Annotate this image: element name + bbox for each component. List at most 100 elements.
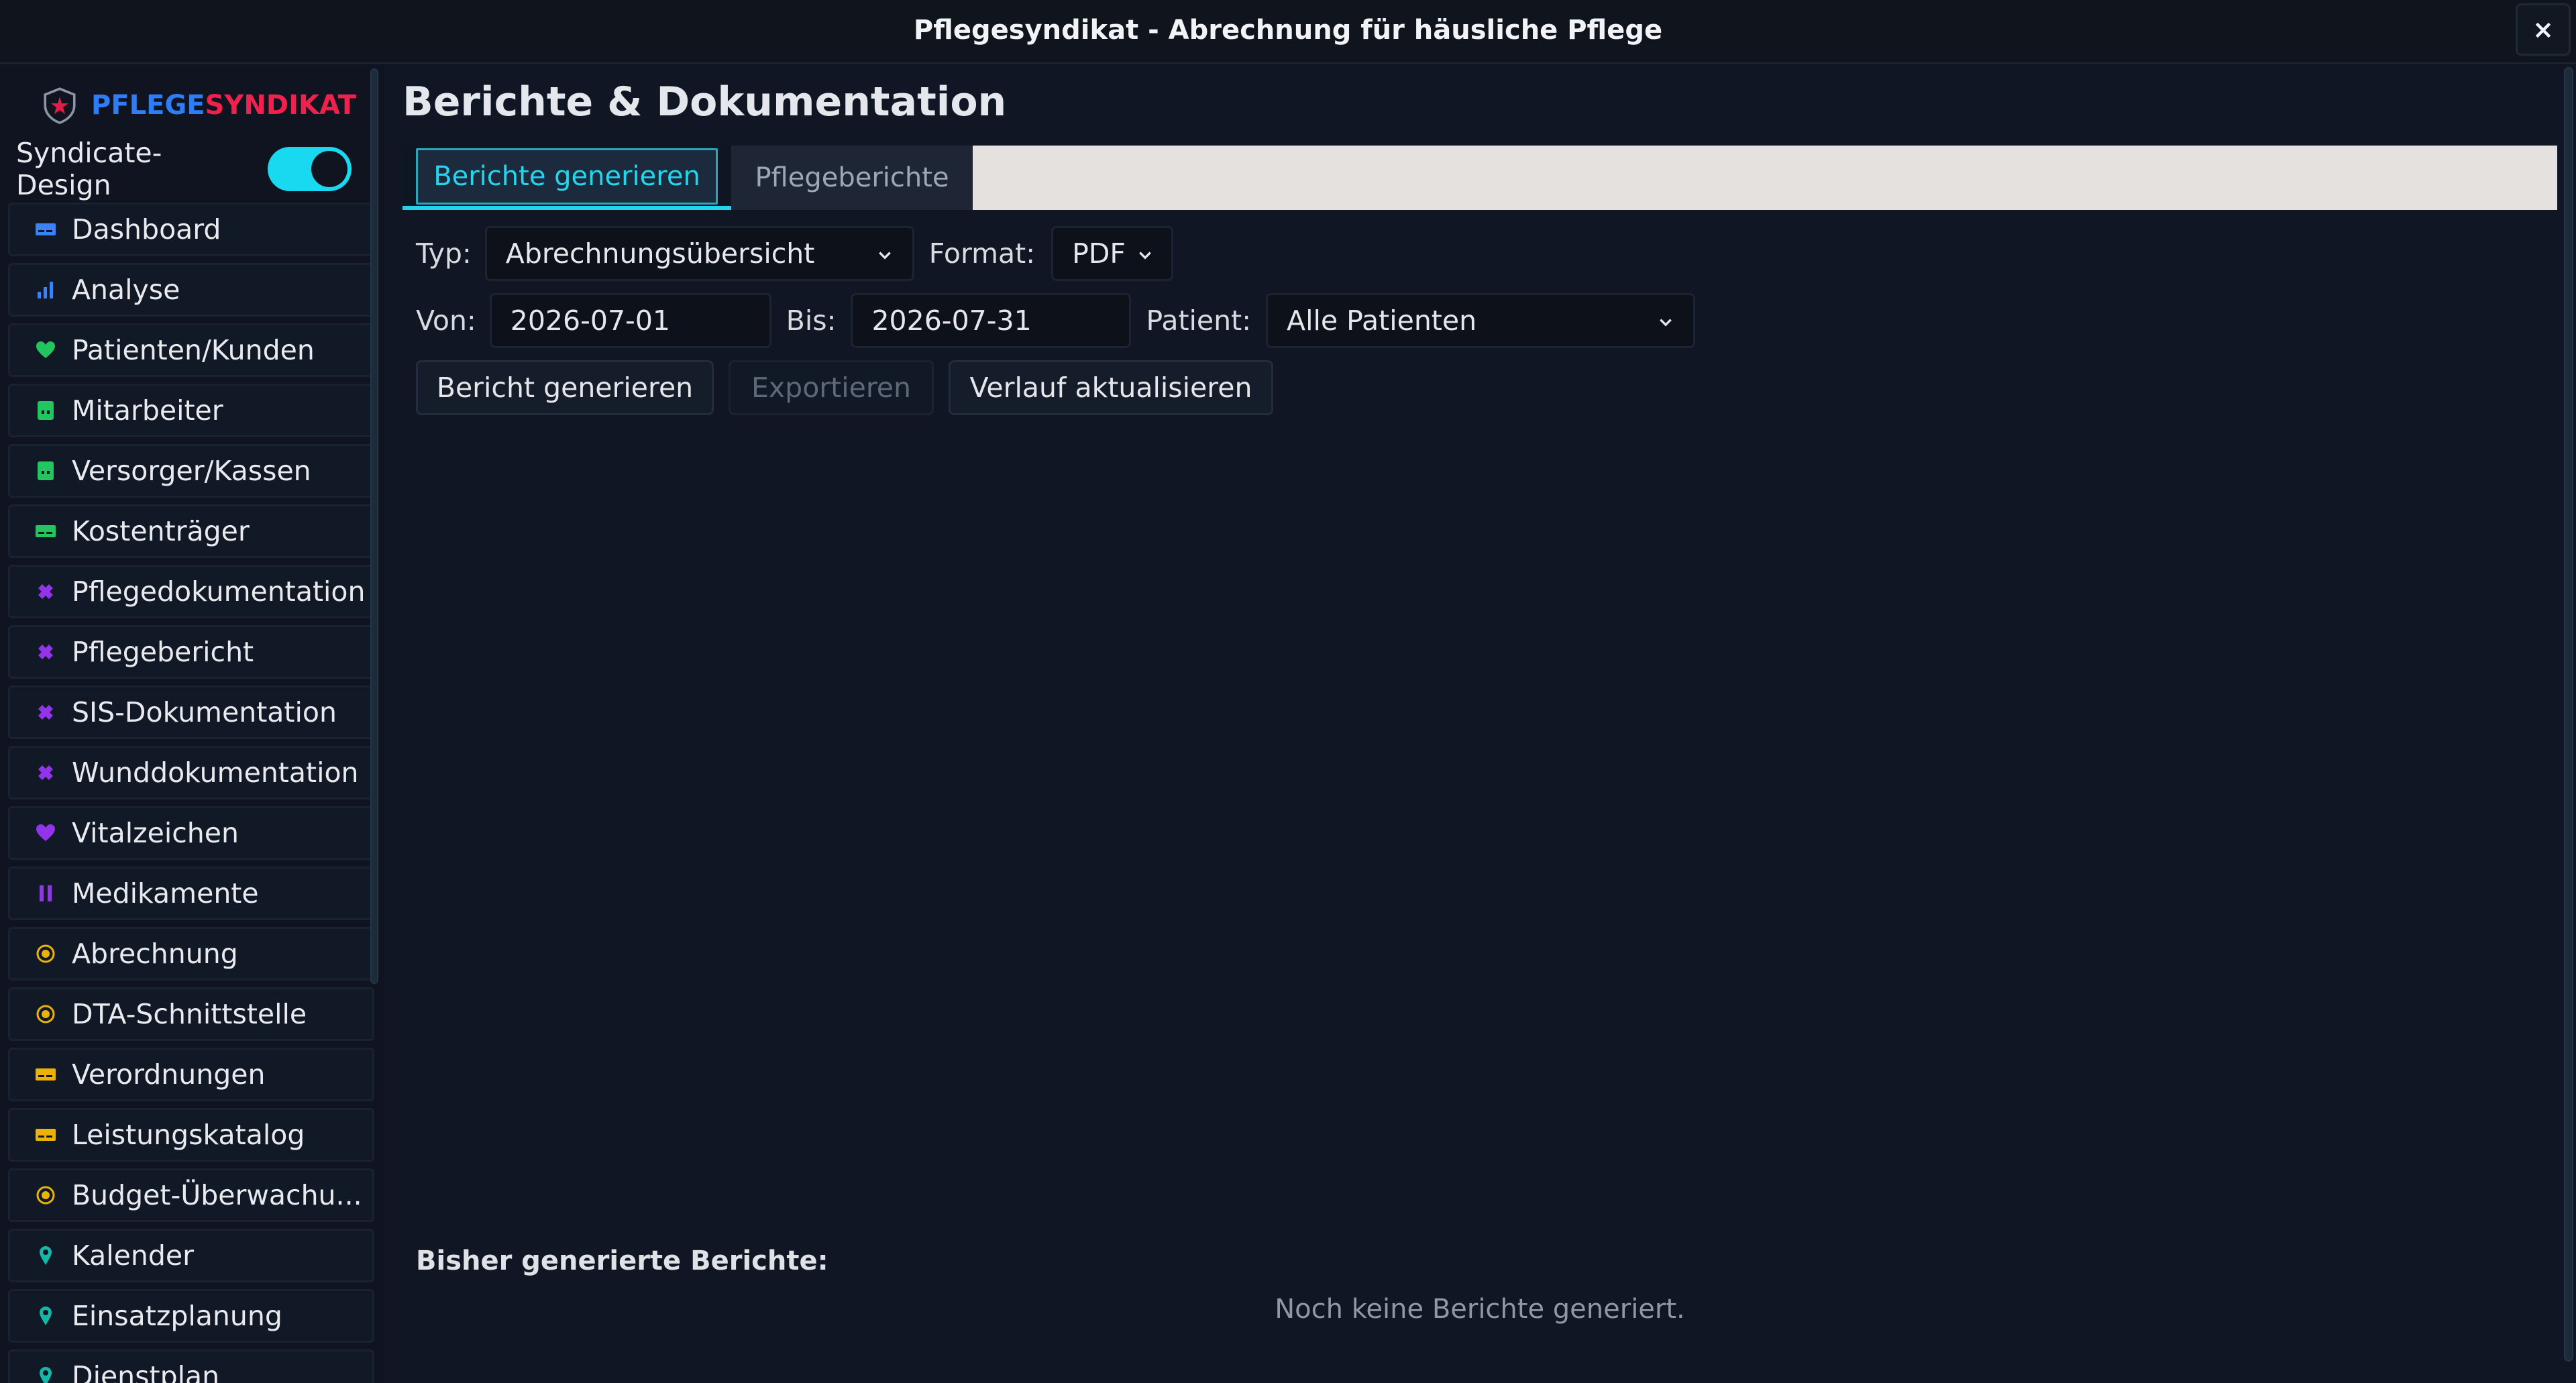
patient-select-value: Alle Patienten	[1287, 305, 1477, 337]
sidebar-item-label: Verordnungen	[72, 1058, 266, 1091]
sidebar-item-dienstplan[interactable]: Dienstplan	[8, 1349, 374, 1383]
von-date-value: 2026-07-01	[510, 305, 671, 337]
card-icon	[34, 1063, 57, 1086]
sidebar-item-patienten-kunden[interactable]: Patienten/Kunden	[8, 323, 374, 377]
sidebar-item-pflegebericht[interactable]: Pflegebericht	[8, 625, 374, 679]
sidebar-item-label: Abrechnung	[72, 938, 238, 970]
tab-pflegeberichte[interactable]: Pflegeberichte	[731, 146, 973, 210]
sidebar-item-label: Vitalzeichen	[72, 817, 239, 849]
typ-select-value: Abrechnungsübersicht	[505, 237, 815, 270]
sidebar-scrollbar[interactable]	[370, 68, 378, 984]
card-icon	[34, 1123, 57, 1146]
brand-logo[interactable]: PFLEGESYNDIKAT	[40, 72, 356, 139]
coin-icon	[34, 942, 57, 965]
sidebar-item-verordnungen[interactable]: Verordnungen	[8, 1048, 374, 1101]
puzzle-icon	[34, 761, 57, 784]
form-row-type: Typ: Abrechnungsübersicht Format: PDF	[416, 226, 1174, 281]
main-content: Berichte & Dokumentation Berichte generi…	[384, 65, 2576, 1383]
card-icon	[34, 520, 57, 543]
bis-date-value: 2026-07-31	[871, 305, 1032, 337]
sidebar-item-kalender[interactable]: Kalender	[8, 1229, 374, 1282]
puzzle-icon	[34, 701, 57, 724]
sidebar-item-label: Kostenträger	[72, 515, 250, 547]
heart-icon	[34, 339, 57, 362]
format-select-value: PDF	[1072, 237, 1126, 270]
brand-name-part1: PFLEGE	[91, 90, 205, 121]
generate-report-button[interactable]: Bericht generieren	[416, 360, 714, 415]
sidebar-item-label: Versorger/Kassen	[72, 455, 311, 487]
bar-chart-icon	[34, 278, 57, 301]
sidebar-item-budget-überwachu[interactable]: Budget-Überwachu...	[8, 1168, 374, 1222]
pin-icon	[34, 1365, 57, 1383]
sidebar-item-label: DTA-Schnittstelle	[72, 998, 307, 1030]
sidebar-item-pflegedokumentation[interactable]: Pflegedokumentation	[8, 565, 374, 618]
building-icon	[34, 399, 57, 422]
sidebar-item-dta-schnittstelle[interactable]: DTA-Schnittstelle	[8, 987, 374, 1041]
typ-select[interactable]: Abrechnungsübersicht	[484, 226, 914, 281]
sidebar-item-sis-dokumentation[interactable]: SIS-Dokumentation	[8, 685, 374, 739]
patient-label: Patient:	[1146, 305, 1252, 337]
design-toggle-label: Syndicate-Design	[16, 137, 162, 201]
sidebar-item-einsatzplanung[interactable]: Einsatzplanung	[8, 1289, 374, 1343]
sidebar-item-analyse[interactable]: Analyse	[8, 263, 374, 317]
sidebar-item-label: Dienstplan	[72, 1360, 220, 1383]
chevron-down-icon	[1660, 319, 1672, 327]
design-toggle[interactable]	[267, 147, 352, 191]
sidebar-item-label: Medikamente	[72, 877, 259, 909]
sidebar-item-label: Mitarbeiter	[72, 394, 223, 427]
title-bar: Pflegesyndikat - Abrechnung für häuslich…	[0, 0, 2576, 64]
sidebar-item-vitalzeichen[interactable]: Vitalzeichen	[8, 806, 374, 860]
bis-label: Bis:	[786, 305, 837, 337]
window-title: Pflegesyndikat - Abrechnung für häuslich…	[913, 15, 1663, 46]
sidebar-item-label: Budget-Überwachu...	[72, 1179, 362, 1211]
shield-icon	[44, 87, 76, 125]
brand-name-part2: SYNDIKAT	[205, 90, 357, 121]
sidebar-item-wunddokumentation[interactable]: Wunddokumentation	[8, 746, 374, 799]
sidebar-item-dashboard[interactable]: Dashboard	[8, 203, 374, 256]
tab-label: Berichte generieren	[433, 161, 700, 192]
sidebar-item-mitarbeiter[interactable]: Mitarbeiter	[8, 384, 374, 437]
main-scrollbar[interactable]	[2564, 67, 2573, 1362]
sidebar-item-abrechnung[interactable]: Abrechnung	[8, 927, 374, 981]
patient-select[interactable]: Alle Patienten	[1266, 293, 1696, 348]
format-label: Format:	[928, 237, 1036, 270]
typ-label: Typ:	[416, 237, 472, 270]
bis-date-input[interactable]: 2026-07-31	[851, 293, 1132, 348]
brand-name: PFLEGESYNDIKAT	[91, 90, 356, 121]
chevron-down-icon	[878, 252, 891, 260]
heart-icon	[34, 822, 57, 844]
refresh-history-button[interactable]: Verlauf aktualisieren	[949, 360, 1273, 415]
sidebar-item-label: Einsatzplanung	[72, 1300, 282, 1332]
sidebar-item-kostenträger[interactable]: Kostenträger	[8, 504, 374, 558]
von-label: Von:	[416, 305, 476, 337]
coin-icon	[34, 1003, 57, 1026]
sidebar-item-label: Dashboard	[72, 213, 221, 245]
design-toggle-row: Syndicate-Design	[16, 137, 352, 201]
sidebar-nav: Dashboard Analyse Patienten/Kunden Mitarbei…	[8, 203, 374, 1383]
pin-icon	[34, 1305, 57, 1327]
sidebar-item-label: Patienten/Kunden	[72, 334, 315, 366]
tab-berichte-generieren[interactable]: Berichte generieren	[402, 146, 731, 210]
pin-icon	[34, 1244, 57, 1267]
sidebar-item-medikamente[interactable]: Medikamente	[8, 867, 374, 920]
close-icon: ×	[2532, 15, 2554, 44]
sidebar-item-label: Kalender	[72, 1239, 194, 1272]
von-date-input[interactable]: 2026-07-01	[489, 293, 771, 348]
format-select[interactable]: PDF	[1051, 226, 1174, 281]
building-icon	[34, 459, 57, 482]
sidebar-item-label: Pflegebericht	[72, 636, 254, 668]
sidebar-item-label: Wunddokumentation	[72, 757, 359, 789]
pause-icon	[34, 882, 57, 905]
page-title: Berichte & Dokumentation	[402, 78, 1007, 125]
form-row-dates: Von: 2026-07-01 Bis: 2026-07-31 Patient:…	[416, 293, 1696, 348]
chevron-down-icon	[1139, 252, 1151, 260]
export-button[interactable]: Exportieren	[729, 360, 934, 415]
toggle-knob	[311, 151, 347, 187]
tab-label: Pflegeberichte	[755, 162, 949, 193]
coin-icon	[34, 1184, 57, 1207]
sidebar-item-leistungskatalog[interactable]: Leistungskatalog	[8, 1108, 374, 1162]
sidebar-item-versorger-kassen[interactable]: Versorger/Kassen	[8, 444, 374, 498]
empty-state-message: Noch keine Berichte generiert.	[1275, 1294, 1685, 1325]
card-icon	[34, 218, 57, 241]
close-button[interactable]: ×	[2516, 3, 2571, 56]
